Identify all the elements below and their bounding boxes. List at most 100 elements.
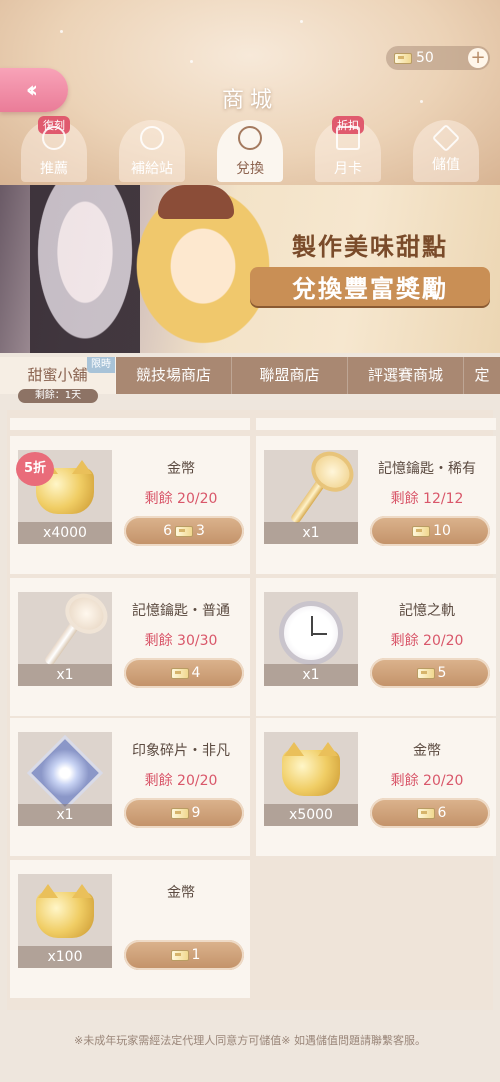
panel-divider bbox=[10, 418, 250, 430]
item-quantity: x100 bbox=[18, 946, 112, 968]
original-price: 6 bbox=[163, 523, 172, 539]
item-stock: 剩餘 20/20 bbox=[144, 491, 218, 507]
tab-label: 儲值 bbox=[432, 157, 460, 173]
page-title: 商城 bbox=[221, 88, 278, 113]
item-price: 9 bbox=[191, 805, 201, 821]
item-quantity: x1 bbox=[18, 804, 112, 826]
diamond-icon bbox=[431, 123, 461, 153]
sparkle bbox=[300, 20, 303, 23]
currency-value: 50 bbox=[416, 50, 434, 66]
shop-item-card[interactable]: x1 印象碎片・非凡 剩餘 20/20 9 bbox=[10, 718, 250, 856]
panel-divider bbox=[256, 418, 496, 430]
shop-tab-label: 甜蜜小舖 bbox=[27, 366, 88, 384]
item-price: 4 bbox=[191, 665, 201, 681]
shop-tab-arena[interactable]: 競技場商店 bbox=[116, 357, 232, 394]
item-thumbnail: x1 bbox=[18, 732, 112, 826]
shop-item-card[interactable]: x100 金幣 1 bbox=[10, 860, 250, 998]
event-banner[interactable]: 製作美味甜點 兌換豐富獎勵 bbox=[0, 185, 500, 353]
buy-button[interactable]: 4 bbox=[124, 658, 244, 688]
shop-item-card[interactable]: x5000 金幣 剩餘 20/20 6 bbox=[256, 718, 496, 856]
item-name: 金幣 bbox=[167, 461, 195, 477]
ticket-icon bbox=[394, 52, 412, 64]
shop-tab-contest[interactable]: 評選賽商城 bbox=[348, 357, 464, 394]
shop-item-card[interactable]: x1 記憶鑰匙・普通 剩餘 30/30 4 bbox=[10, 578, 250, 716]
item-name: 印象碎片・非凡 bbox=[132, 743, 230, 759]
exchange-icon bbox=[238, 126, 262, 150]
ticket-icon bbox=[170, 667, 189, 679]
tab-label: 兌換 bbox=[236, 161, 264, 177]
item-thumbnail: x1 bbox=[264, 592, 358, 686]
currency-counter: 50 + bbox=[386, 46, 490, 70]
header-area: ‹‹ 50 + 商城 復刻 推薦 補給站 兌換 折扣 月卡 儲值 bbox=[0, 0, 500, 185]
item-thumbnail: x1 bbox=[18, 592, 112, 686]
add-currency-button[interactable]: + bbox=[468, 48, 488, 68]
item-thumbnail: x1 bbox=[264, 450, 358, 544]
item-name: 金幣 bbox=[167, 885, 195, 901]
gold-coin-icon bbox=[36, 884, 94, 939]
item-name: 金幣 bbox=[413, 743, 441, 759]
shop-item-card[interactable]: x1 記憶之軌 剩餘 20/20 5 bbox=[256, 578, 496, 716]
tab-recommend[interactable]: 復刻 推薦 bbox=[21, 116, 87, 182]
item-quantity: x1 bbox=[18, 664, 112, 686]
clock-icon bbox=[140, 126, 164, 150]
gold-coin-icon bbox=[282, 742, 340, 797]
discount-badge: 5折 bbox=[16, 452, 54, 486]
item-price: 10 bbox=[433, 523, 451, 539]
limited-badge: 限時 bbox=[87, 357, 115, 373]
item-quantity: x1 bbox=[264, 664, 358, 686]
shop-item-card[interactable]: x1 記憶鑰匙・稀有 剩餘 12/12 10 bbox=[256, 436, 496, 574]
item-name: 記憶鑰匙・普通 bbox=[132, 603, 230, 619]
shop-tab-alliance[interactable]: 聯盟商店 bbox=[232, 357, 348, 394]
item-stock: 剩餘 12/12 bbox=[390, 491, 464, 507]
item-stock: 剩餘 20/20 bbox=[144, 773, 218, 789]
item-thumbnail: x100 bbox=[18, 874, 112, 968]
banner-title: 製作美味甜點 bbox=[292, 232, 448, 261]
hat-illustration bbox=[158, 185, 234, 219]
calendar-icon bbox=[336, 126, 360, 150]
buy-button[interactable]: 5 bbox=[370, 658, 490, 688]
ticket-icon bbox=[170, 949, 189, 961]
item-thumbnail: x5000 bbox=[264, 732, 358, 826]
tab-topup[interactable]: 儲值 bbox=[413, 120, 479, 182]
silver-key-icon bbox=[43, 611, 87, 667]
buy-button[interactable]: 6 3 bbox=[124, 516, 244, 546]
item-quantity: x5000 bbox=[264, 804, 358, 826]
item-price: 6 bbox=[437, 805, 447, 821]
clock-icon bbox=[279, 601, 343, 666]
character-illustration bbox=[30, 185, 140, 353]
item-stock: 剩餘 20/20 bbox=[390, 773, 464, 789]
item-price: 1 bbox=[191, 947, 201, 963]
crystal-shard-icon bbox=[26, 735, 104, 812]
banner-subtitle: 兌換豐富獎勵 bbox=[250, 267, 490, 306]
thumbs-up-icon bbox=[42, 126, 66, 150]
ticket-icon bbox=[412, 525, 431, 537]
ticket-icon bbox=[175, 525, 193, 537]
ticket-icon bbox=[416, 667, 435, 679]
tab-label: 月卡 bbox=[334, 161, 362, 177]
sparkle bbox=[190, 60, 193, 63]
remaining-time: 剩餘：1天 bbox=[18, 389, 98, 403]
item-quantity: x4000 bbox=[18, 522, 112, 544]
tab-supply[interactable]: 補給站 bbox=[119, 120, 185, 182]
item-name: 記憶之軌 bbox=[399, 603, 455, 619]
ticket-icon bbox=[170, 807, 189, 819]
sparkle bbox=[60, 30, 63, 33]
gold-key-icon bbox=[289, 469, 333, 525]
buy-button[interactable]: 10 bbox=[370, 516, 490, 546]
item-quantity: x1 bbox=[264, 522, 358, 544]
tab-label: 推薦 bbox=[40, 161, 68, 177]
item-stock: 剩餘 30/30 bbox=[144, 633, 218, 649]
tab-monthly-card[interactable]: 折扣 月卡 bbox=[315, 116, 381, 182]
tab-label: 補給站 bbox=[131, 161, 173, 177]
item-stock: 剩餘 20/20 bbox=[390, 633, 464, 649]
buy-button[interactable]: 1 bbox=[124, 940, 244, 970]
buy-button[interactable]: 6 bbox=[370, 798, 490, 828]
ticket-icon bbox=[416, 807, 435, 819]
footer-notice: ※未成年玩家需經法定代理人同意方可儲值※ 如遇儲值問題請聯繫客服。 bbox=[74, 1034, 426, 1047]
item-name: 記憶鑰匙・稀有 bbox=[378, 461, 476, 477]
tab-exchange[interactable]: 兌換 bbox=[217, 120, 283, 182]
item-price: 3 bbox=[196, 523, 205, 539]
item-price: 5 bbox=[437, 665, 447, 681]
buy-button[interactable]: 9 bbox=[124, 798, 244, 828]
shop-tab-more[interactable]: 定 bbox=[464, 357, 500, 394]
